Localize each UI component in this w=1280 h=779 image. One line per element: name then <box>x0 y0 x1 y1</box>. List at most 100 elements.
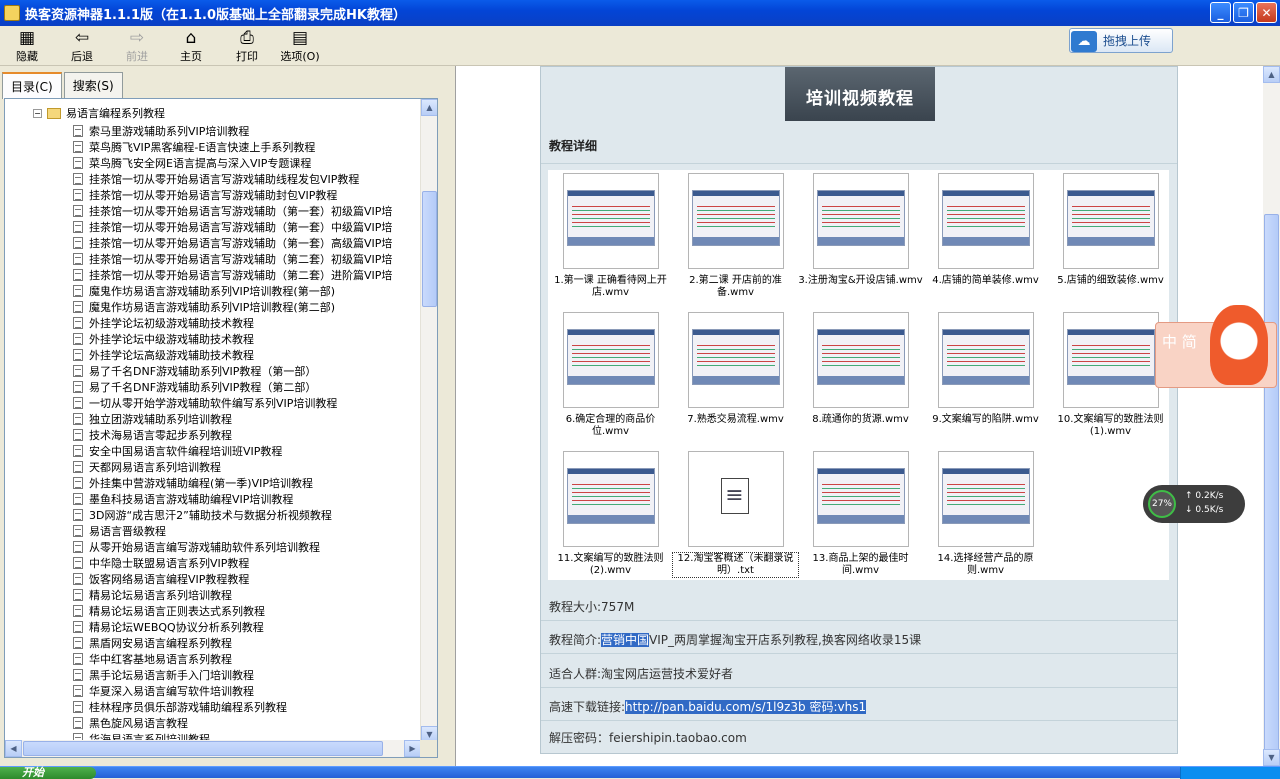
tree-item[interactable]: 挂茶馆一切从零开始易语言写游戏辅助（第二套）初级篇VIP培 <box>73 251 392 267</box>
hide-button[interactable]: ▦ 隐藏 <box>5 28 49 64</box>
minimize-button[interactable]: _ <box>1210 2 1231 23</box>
video-thumbnail[interactable] <box>687 312 784 408</box>
tree-item[interactable]: 桂林程序员俱乐部游戏辅助编程系列教程 <box>73 699 392 715</box>
tree-item[interactable]: 挂茶馆一切从零开始易语言写游戏辅助（第二套）进阶篇VIP培 <box>73 267 392 283</box>
content-scroll-thumb[interactable] <box>1264 214 1279 754</box>
tree-horizontal-scrollbar[interactable]: ◀ ▶ <box>5 740 421 757</box>
tree-item[interactable]: 墨鱼科技易语言游戏辅助编程VIP培训教程 <box>73 491 392 507</box>
video-thumbnail[interactable] <box>812 173 909 269</box>
tree-item[interactable]: 精易论坛易语言系列培训教程 <box>73 587 392 603</box>
close-button[interactable]: ✕ <box>1256 2 1277 23</box>
tree-root-node[interactable]: − 易语言编程系列教程 <box>33 105 165 121</box>
tree-item[interactable]: 安全中国易语言软件编程培训班VIP教程 <box>73 443 392 459</box>
video-item[interactable]: 9.文案编写的陷阱.wmv <box>923 312 1048 426</box>
tree-item[interactable]: 魔鬼作坊易语言游戏辅助系列VIP培训教程(第二部) <box>73 299 392 315</box>
video-thumbnail[interactable] <box>562 173 659 269</box>
video-item[interactable]: 7.熟悉交易流程.wmv <box>673 312 798 426</box>
tree-item[interactable]: 从零开始易语言编写游戏辅助软件系列培训教程 <box>73 539 392 555</box>
tab-contents[interactable]: 目录(C) <box>2 72 62 99</box>
tree-item[interactable]: 外挂学论坛中级游戏辅助技术教程 <box>73 331 392 347</box>
video-item[interactable]: 2.第二课 开店前的准备.wmv <box>673 173 798 299</box>
scroll-down-icon[interactable]: ▼ <box>1263 749 1280 766</box>
home-button[interactable]: ⌂ 主页 <box>169 28 213 64</box>
document-icon <box>73 541 83 553</box>
drag-upload-button[interactable]: ☁ 拖拽上传 <box>1069 28 1173 53</box>
pane-splitter[interactable] <box>441 66 455 766</box>
video-item[interactable]: 1.第一课 正确看待网上开店.wmv <box>548 173 673 299</box>
tree-vertical-scrollbar[interactable]: ▲ ▼ <box>420 99 437 743</box>
forward-button[interactable]: ⇨ 前进 <box>115 28 159 64</box>
tree-item[interactable]: 精易论坛易语言正则表达式系列教程 <box>73 603 392 619</box>
tab-search[interactable]: 搜索(S) <box>63 72 123 98</box>
tree-item[interactable]: 饭客网络易语言编程VIP教程教程 <box>73 571 392 587</box>
tree-item[interactable]: 外挂学论坛初级游戏辅助技术教程 <box>73 315 392 331</box>
tree-item[interactable]: 3D网游“成吉思汗2”辅助技术与数据分析视频教程 <box>73 507 392 523</box>
video-grid: 1.第一课 正确看待网上开店.wmv 2.第二课 开店前的准备.wmv 3.注册淘宝… <box>548 170 1169 580</box>
tree-item[interactable]: 一切从零开始学游戏辅助软件编写系列VIP培训教程 <box>73 395 392 411</box>
tree-item[interactable]: 索马里游戏辅助系列VIP培训教程 <box>73 123 392 139</box>
video-thumbnail[interactable] <box>1062 312 1159 408</box>
tree-item[interactable]: 技术海易语言零起步系列教程 <box>73 427 392 443</box>
tree-item[interactable]: 挂茶馆一切从零开始易语言写游戏辅助（第一套）初级篇VIP培 <box>73 203 392 219</box>
video-item[interactable]: 8.疏通你的货源.wmv <box>798 312 923 426</box>
video-thumbnail[interactable] <box>687 173 784 269</box>
video-item[interactable]: 6.确定合理的商品价位.wmv <box>548 312 673 438</box>
download-link[interactable]: http://pan.baidu.com/s/1l9z3b 密码:vhs1 <box>625 700 867 714</box>
tree-item[interactable]: 外挂学论坛高级游戏辅助技术教程 <box>73 347 392 363</box>
tree-item[interactable]: 黑手论坛易语言新手入门培训教程 <box>73 667 392 683</box>
video-thumbnail[interactable] <box>812 312 909 408</box>
tree-item[interactable]: 精易论坛WEBQQ协议分析系列教程 <box>73 619 392 635</box>
options-button[interactable]: ▤ 选项(O) <box>278 28 322 64</box>
video-label: 9.文案编写的陷阱.wmv <box>932 414 1039 425</box>
video-item[interactable]: 5.店铺的细致装修.wmv <box>1048 173 1173 287</box>
collapse-icon[interactable]: − <box>33 108 42 118</box>
print-button[interactable]: ⎙ 打印 <box>225 28 269 64</box>
scroll-up-icon[interactable]: ▲ <box>1263 66 1280 83</box>
video-item[interactable]: 14.选择经营产品的原则.wmv <box>923 451 1048 577</box>
content-vertical-scrollbar[interactable]: ▲ ▼ <box>1263 66 1280 766</box>
tree-item[interactable]: 挂茶馆一切从零开始易语言写游戏辅助（第一套）高级篇VIP培 <box>73 235 392 251</box>
document-icon <box>73 717 83 729</box>
text-file-icon[interactable]: ≡ <box>687 451 784 547</box>
tree-item[interactable]: 易了千名DNF游戏辅助系列VIP教程（第二部） <box>73 379 392 395</box>
video-thumbnail[interactable] <box>562 451 659 547</box>
h-scroll-thumb[interactable] <box>23 741 383 756</box>
video-item[interactable]: 13.商品上架的最佳时间.wmv <box>798 451 923 577</box>
back-button[interactable]: ⇦ 后退 <box>60 28 104 64</box>
tree-item[interactable]: 挂茶馆一切从零开始易语言写游戏辅助（第一套）中级篇VIP培 <box>73 219 392 235</box>
tree-item[interactable]: 菜鸟腾飞VIP黑客编程-E语言快速上手系列教程 <box>73 139 392 155</box>
video-thumbnail[interactable] <box>937 173 1034 269</box>
video-thumbnail[interactable] <box>937 312 1034 408</box>
scroll-thumb[interactable] <box>422 191 437 307</box>
tree-item[interactable]: 华夏深入易语言编写软件培训教程 <box>73 683 392 699</box>
document-icon <box>73 269 83 281</box>
tree-item[interactable]: 黑盾网安易语言编程系列教程 <box>73 635 392 651</box>
video-item[interactable]: 4.店铺的简单装修.wmv <box>923 173 1048 287</box>
video-item[interactable]: 3.注册淘宝&开设店铺.wmv <box>798 173 923 287</box>
scroll-up-icon[interactable]: ▲ <box>421 99 437 116</box>
start-button[interactable]: 开始 <box>0 767 96 779</box>
video-thumbnail[interactable] <box>812 451 909 547</box>
network-speed-widget[interactable]: 27% ↑ 0.2K/s ↓ 0.5K/s <box>1143 485 1245 523</box>
video-item[interactable]: 11.文案编写的致胜法则(2).wmv <box>548 451 673 577</box>
video-thumbnail[interactable] <box>1062 173 1159 269</box>
video-thumbnail[interactable] <box>562 312 659 408</box>
tree-item[interactable]: 独立团游戏辅助系列培训教程 <box>73 411 392 427</box>
tree-item[interactable]: 魔鬼作坊易语言游戏辅助系列VIP培训教程(第一部) <box>73 283 392 299</box>
tree-item[interactable]: 中华隐士联盟易语言系列VIP教程 <box>73 555 392 571</box>
video-item[interactable]: ≡ 12.淘宝客概述（未翻录说明）.txt <box>672 451 799 578</box>
tree-item[interactable]: 菜鸟腾飞安全网E语言提高与深入VIP专题课程 <box>73 155 392 171</box>
tree-item[interactable]: 华中红客基地易语言系列教程 <box>73 651 392 667</box>
tree-item[interactable]: 易了千名DNF游戏辅助系列VIP教程（第一部） <box>73 363 392 379</box>
tree-item[interactable]: 易语言晋级教程 <box>73 523 392 539</box>
scroll-left-icon[interactable]: ◀ <box>5 740 22 757</box>
tree-item[interactable]: 黑色旋风易语言教程 <box>73 715 392 731</box>
tree-item[interactable]: 挂茶馆一切从零开始易语言写游戏辅助封包VIP教程 <box>73 187 392 203</box>
maximize-button[interactable]: ❐ <box>1233 2 1254 23</box>
ime-toolbar[interactable]: 中 简 <box>1155 305 1277 388</box>
scroll-right-icon[interactable]: ▶ <box>404 740 421 757</box>
tree-item[interactable]: 挂茶馆一切从零开始易语言写游戏辅助线程发包VIP教程 <box>73 171 392 187</box>
tree-item[interactable]: 外挂集中营游戏辅助编程(第一季)VIP培训教程 <box>73 475 392 491</box>
tree-item[interactable]: 天都网易语言系列培训教程 <box>73 459 392 475</box>
video-thumbnail[interactable] <box>937 451 1034 547</box>
